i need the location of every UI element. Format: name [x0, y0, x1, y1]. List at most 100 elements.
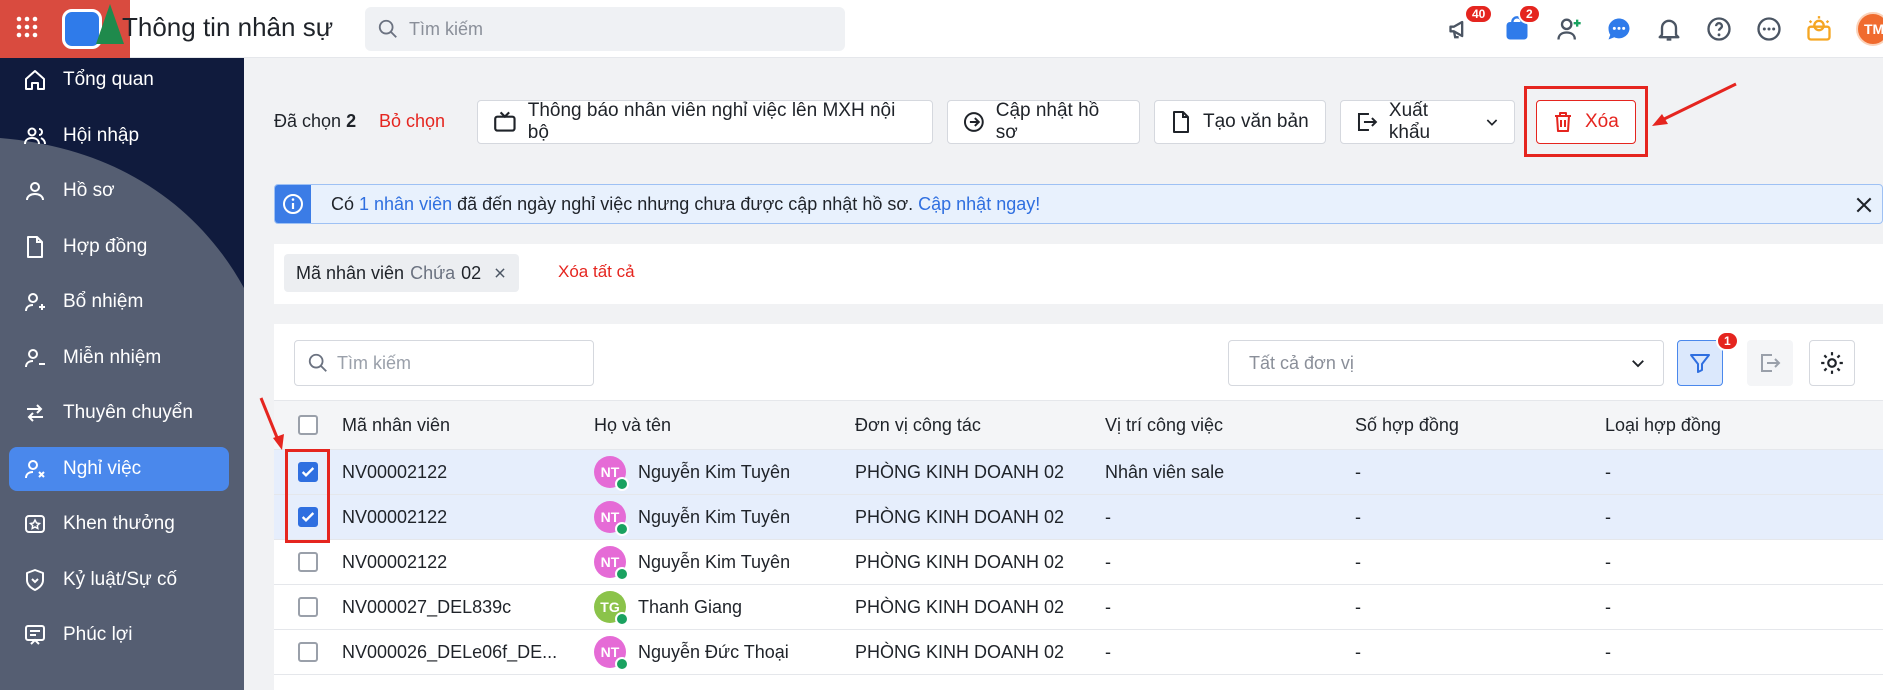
- table-row[interactable]: NV00002122 NT Nguyễn Kim Tuyên PHÒNG KINH D…: [274, 495, 1883, 540]
- filter-icon: [1690, 354, 1710, 373]
- search-placeholder: Tìm kiếm: [409, 18, 483, 39]
- sidebar-item-2[interactable]: Hồ sơ: [9, 169, 229, 213]
- user-avatar[interactable]: TM: [1856, 12, 1883, 46]
- create-document-button[interactable]: Tạo văn bản: [1154, 100, 1326, 144]
- col-contract-number[interactable]: Số hợp đồng: [1355, 415, 1459, 436]
- row-checkbox[interactable]: [298, 597, 318, 617]
- shield-icon: [26, 568, 44, 591]
- table-row[interactable]: NV00002122 NT Nguyễn Kim Tuyên PHÒNG KINH D…: [274, 540, 1883, 585]
- tv-icon: [494, 111, 516, 132]
- benefit-icon: [25, 625, 45, 645]
- gear-icon: [1821, 352, 1843, 374]
- table-row[interactable]: NV000026_DELe06f_DE... NT Nguyễn Đức Thoại…: [274, 630, 1883, 675]
- sidebar-item-6[interactable]: Thuyên chuyển: [9, 391, 229, 435]
- sidebar-item-3[interactable]: Hợp đồng: [9, 225, 229, 269]
- chip-close-icon[interactable]: [493, 266, 507, 280]
- sidebar-item-10[interactable]: Phúc lợi: [9, 613, 229, 657]
- unit-select[interactable]: Tất cả đơn vị: [1228, 340, 1664, 386]
- cell-full-name[interactable]: Nguyễn Kim Tuyên: [638, 507, 790, 528]
- sidebar-item-label: Miễn nhiệm: [63, 346, 162, 368]
- document-icon: [27, 235, 43, 258]
- sidebar: Tổng quan Hội nhập Hồ sơ Hợp đồng Bổ nhiệm Mi…: [0, 58, 244, 690]
- col-full-name[interactable]: Họ và tên: [594, 415, 671, 436]
- cell-employee-code[interactable]: NV00002122: [342, 507, 447, 528]
- cell-contract-number: -: [1355, 507, 1361, 527]
- notification-badge: 40: [1464, 4, 1494, 24]
- sidebar-item-9[interactable]: Kỷ luật/Sự cố: [9, 558, 229, 602]
- selected-count-label: Đã chọn 2: [274, 111, 356, 132]
- alert-message: đã đến ngày nghỉ việc nhưng chưa được cậ…: [457, 193, 914, 214]
- help-icon[interactable]: [1702, 12, 1736, 46]
- export-dropdown[interactable]: Xuất khẩu: [1340, 100, 1515, 144]
- sidebar-item-label: Phúc lợi: [63, 624, 133, 645]
- cell-position: -: [1105, 552, 1111, 572]
- update-now-link[interactable]: Cập nhật ngay!: [918, 194, 1040, 215]
- cell-employee-code[interactable]: NV000026_DELe06f_DE...: [342, 642, 557, 663]
- cell-unit: PHÒNG KINH DOANH 02: [855, 462, 1065, 482]
- cell-contract-number: -: [1355, 597, 1361, 617]
- global-search[interactable]: Tìm kiếm: [365, 7, 845, 51]
- more-icon[interactable]: [1752, 12, 1786, 46]
- cell-employee-code[interactable]: NV00002122: [342, 552, 447, 573]
- col-position[interactable]: Vị trí công việc: [1105, 415, 1223, 436]
- unselect-link[interactable]: Bỏ chọn: [379, 111, 445, 132]
- top-header: Thông tin nhân sự Tìm kiếm 40 2 TM: [0, 0, 1883, 58]
- table-row[interactable]: NV00002122 NT Nguyễn Kim Tuyên PHÒNG KINH D…: [274, 450, 1883, 495]
- filter-button[interactable]: 1: [1677, 331, 1739, 386]
- sidebar-item-1[interactable]: Hội nhập: [9, 114, 229, 158]
- sidebar-item-label: Hợp đồng: [63, 235, 148, 257]
- cell-full-name[interactable]: Thanh Giang: [638, 597, 742, 618]
- filter-chip[interactable]: Mã nhân viên Chứa 02: [284, 254, 520, 292]
- cell-employee-code[interactable]: NV000027_DEL839c: [342, 597, 511, 618]
- update-profile-button[interactable]: Cập nhật hồ sơ: [947, 100, 1140, 144]
- cell-full-name[interactable]: Nguyễn Kim Tuyên: [638, 462, 790, 483]
- add-user-icon[interactable]: [1552, 12, 1586, 46]
- row-checkbox[interactable]: [298, 642, 318, 662]
- sidebar-item-label: Nghỉ việc: [63, 457, 142, 479]
- alert-count-link[interactable]: 1 nhân viên: [359, 194, 452, 215]
- close-icon[interactable]: [1854, 195, 1874, 215]
- cell-contract-type: -: [1605, 552, 1611, 572]
- cell-full-name[interactable]: Nguyễn Kim Tuyên: [638, 552, 790, 573]
- avatar: NT: [594, 546, 629, 581]
- chip-field: Mã nhân viên: [296, 262, 405, 283]
- cell-full-name[interactable]: Nguyễn Đức Thoại: [638, 642, 789, 663]
- clear-all-filters[interactable]: Xóa tất cả: [558, 262, 635, 282]
- bell-icon[interactable]: [1652, 12, 1686, 46]
- megaphone-icon[interactable]: 40: [1444, 4, 1494, 46]
- export-table-button[interactable]: [1747, 340, 1793, 386]
- cell-contract-type: -: [1605, 642, 1611, 662]
- cart-icon[interactable]: 2: [1500, 4, 1541, 46]
- app-logo[interactable]: [0, 0, 130, 58]
- chevron-down-icon: [1632, 360, 1644, 368]
- col-unit[interactable]: Đơn vị công tác: [855, 415, 981, 436]
- transfer-icon: [27, 404, 43, 422]
- row-checkbox[interactable]: [298, 552, 318, 572]
- avatar-initials: NT: [600, 644, 620, 660]
- avatar: NT: [594, 501, 629, 536]
- sidebar-item-0[interactable]: Tổng quan: [9, 58, 229, 102]
- selected-prefix: Đã chọn: [274, 111, 342, 131]
- app-grid-icon[interactable]: [16, 16, 38, 38]
- cell-contract-type: -: [1605, 507, 1611, 527]
- search-icon: [378, 19, 397, 38]
- col-employee-code[interactable]: Mã nhân viên: [342, 415, 450, 436]
- sidebar-item-7[interactable]: Nghỉ việc: [9, 446, 229, 491]
- idea-icon[interactable]: [1802, 12, 1836, 46]
- sidebar-item-5[interactable]: Miễn nhiệm: [9, 336, 229, 380]
- verified-badge-icon: [615, 522, 629, 536]
- sidebar-item-8[interactable]: Khen thưởng: [9, 502, 229, 546]
- col-contract-type[interactable]: Loại hợp đồng: [1605, 415, 1721, 436]
- notify-resignation-button[interactable]: Thông báo nhân viên nghỉ việc lên MXH nộ…: [477, 100, 933, 144]
- chat-icon[interactable]: [1602, 12, 1636, 46]
- sidebar-item-4[interactable]: Bổ nhiệm: [9, 280, 229, 324]
- cell-employee-code[interactable]: NV00002122: [342, 462, 447, 483]
- settings-button[interactable]: [1809, 340, 1855, 386]
- sidebar-item-label: Hồ sơ: [63, 180, 115, 201]
- cell-position: -: [1105, 642, 1111, 662]
- verified-badge-icon: [615, 657, 629, 671]
- table-row[interactable]: NV000027_DEL839c TG Thanh Giang PHÒNG KINH …: [274, 585, 1883, 630]
- select-all-checkbox[interactable]: [298, 415, 318, 435]
- unit-select-placeholder: Tất cả đơn vị: [1249, 352, 1354, 373]
- table-search-input[interactable]: Tìm kiếm: [294, 340, 594, 386]
